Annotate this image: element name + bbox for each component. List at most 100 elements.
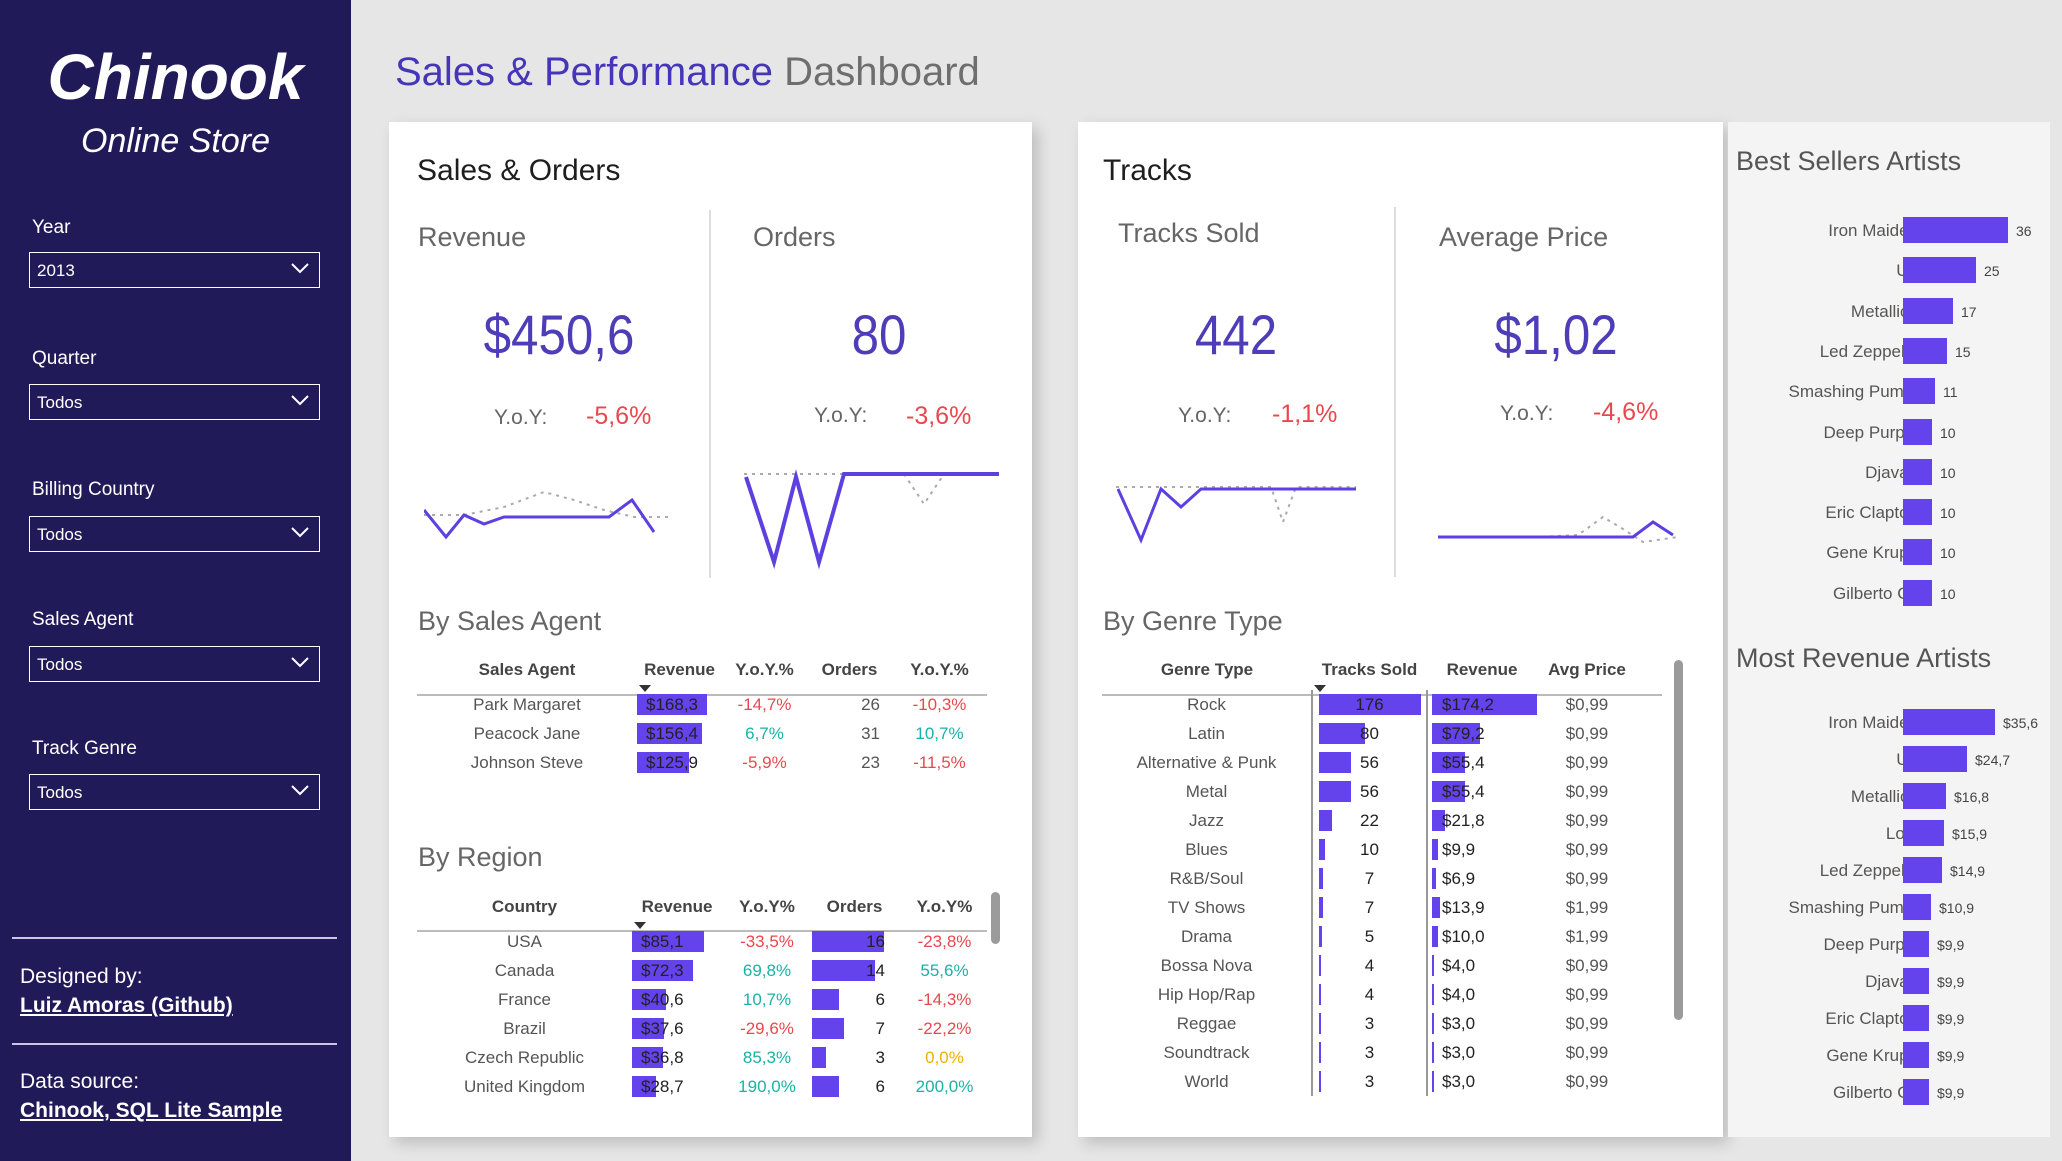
country-revenue-yoy: 190,0% [738, 1076, 796, 1096]
artist-bar[interactable] [1903, 257, 1976, 284]
artist-name[interactable]: Metallica [1728, 302, 1918, 322]
table-row[interactable]: Hip Hop/Rap 4 $4,0 $0,99 [1102, 980, 1637, 1009]
artist-name[interactable]: Led Zeppelin [1728, 861, 1918, 881]
genre-avg-price: $0,99 [1565, 810, 1609, 830]
col-avg-price[interactable]: Avg Price [1537, 650, 1637, 690]
genre-table-scrollbar[interactable] [1674, 660, 1683, 1020]
genre-tracks-cell: 176 [1311, 690, 1427, 719]
artist-bar[interactable] [1903, 1042, 1929, 1068]
artist-name[interactable]: U2 [1728, 261, 1918, 281]
artist-name[interactable]: Smashing Pum... [1728, 898, 1918, 918]
col-rev-yoy[interactable]: Y.o.Y.% [722, 650, 807, 690]
table-row[interactable]: World 3 $3,0 $0,99 [1102, 1067, 1637, 1096]
artist-name[interactable]: Gilberto Gil [1728, 584, 1918, 604]
artist-name[interactable]: Iron Maiden [1728, 221, 1918, 241]
artist-name[interactable]: U2 [1728, 750, 1918, 770]
artist-name[interactable]: Smashing Pum... [1728, 382, 1918, 402]
artist-bar[interactable] [1903, 337, 1947, 364]
artist-name[interactable]: Led Zeppelin [1728, 342, 1918, 362]
genre-tracks-cell: 5 [1311, 922, 1427, 951]
region-table-scrollbar[interactable] [991, 892, 1000, 944]
designed-by-link[interactable]: Luiz Amoras (Github) [20, 994, 233, 1018]
table-row[interactable]: France $40,6 10,7% 6 -14,3% [417, 985, 992, 1014]
artist-bar[interactable] [1903, 1079, 1929, 1105]
genre-tracks-cell: 7 [1311, 893, 1427, 922]
artist-bar[interactable] [1903, 297, 1953, 324]
artist-name[interactable]: Gilberto Gil [1728, 1083, 1918, 1103]
table-row[interactable]: TV Shows 7 $13,9 $1,99 [1102, 893, 1637, 922]
artist-bar[interactable] [1903, 217, 2008, 243]
genre-tracks: 22 [1360, 810, 1379, 830]
agent-revenue-yoy: 6,7% [745, 723, 784, 743]
genre-name: Blues [1185, 839, 1228, 859]
filter-genre-dropdown[interactable]: Todos [29, 774, 320, 810]
col-orders[interactable]: Orders [812, 887, 897, 927]
artist-name[interactable]: Djavan [1728, 463, 1918, 483]
artist-name[interactable]: Metallica [1728, 787, 1918, 807]
artist-bar[interactable] [1903, 820, 1944, 846]
filter-quarter-dropdown[interactable]: Todos [29, 384, 320, 420]
table-row[interactable]: Alternative & Punk 56 $55,4 $0,99 [1102, 748, 1637, 777]
table-row[interactable]: Latin 80 $79,2 $0,99 [1102, 719, 1637, 748]
col-revenue[interactable]: Revenue [1427, 650, 1537, 690]
artist-name[interactable]: Lost [1728, 824, 1918, 844]
artist-name[interactable]: Gene Krupa [1728, 543, 1918, 563]
artist-bar[interactable] [1903, 579, 1932, 606]
table-row[interactable]: Park Margaret $168,3 -14,7% 26 -10,3% [417, 690, 987, 719]
table-row[interactable]: Brazil $37,6 -29,6% 7 -22,2% [417, 1014, 992, 1043]
table-row[interactable]: Jazz 22 $21,8 $0,99 [1102, 806, 1637, 835]
artist-bar[interactable] [1903, 1005, 1929, 1031]
col-tracks-sold[interactable]: Tracks Sold [1312, 650, 1427, 692]
table-row[interactable]: Blues 10 $9,9 $0,99 [1102, 835, 1637, 864]
table-row[interactable]: R&B/Soul 7 $6,9 $0,99 [1102, 864, 1637, 893]
col-genre-type[interactable]: Genre Type [1102, 650, 1312, 690]
table-row[interactable]: Reggae 3 $3,0 $0,99 [1102, 1009, 1637, 1038]
artist-name[interactable]: Gene Krupa [1728, 1046, 1918, 1066]
artist-bar[interactable] [1903, 499, 1932, 526]
artist-bar[interactable] [1903, 378, 1935, 405]
artist-bar[interactable] [1903, 931, 1929, 957]
filter-agent-dropdown[interactable]: Todos [29, 646, 320, 682]
artist-name[interactable]: Deep Purple [1728, 423, 1918, 443]
artist-bar[interactable] [1903, 894, 1931, 920]
artist-name[interactable]: Deep Purple [1728, 935, 1918, 955]
artist-name[interactable]: Iron Maiden [1728, 713, 1918, 733]
col-revenue[interactable]: Revenue [637, 650, 722, 692]
table-row[interactable]: United Kingdom $28,7 190,0% 6 200,0% [417, 1072, 992, 1101]
table-row[interactable]: USA $85,1 -33,5% 16 -23,8% [417, 927, 992, 956]
artist-bar[interactable] [1903, 418, 1932, 445]
table-row[interactable]: Rock 176 $174,2 $0,99 [1102, 690, 1637, 719]
table-row[interactable]: Drama 5 $10,0 $1,99 [1102, 922, 1637, 951]
artist-name[interactable]: Eric Clapton [1728, 503, 1918, 523]
artist-name[interactable]: Djavan [1728, 972, 1918, 992]
data-source-link[interactable]: Chinook, SQL Lite Sample [20, 1099, 282, 1123]
col-revenue[interactable]: Revenue [632, 887, 722, 929]
artist-bar[interactable] [1903, 458, 1932, 485]
artist-bar[interactable] [1903, 746, 1967, 772]
col-ord-yoy[interactable]: Y.o.Y.% [892, 650, 987, 690]
artist-bar[interactable] [1903, 539, 1932, 566]
table-row[interactable]: Metal 56 $55,4 $0,99 [1102, 777, 1637, 806]
artist-bar[interactable] [1903, 968, 1929, 994]
table-row[interactable]: Bossa Nova 4 $4,0 $0,99 [1102, 951, 1637, 980]
best-sellers-title: Best Sellers Artists [1736, 146, 1962, 176]
table-row[interactable]: Canada $72,3 69,8% 14 55,6% [417, 956, 992, 985]
table-row[interactable]: Soundtrack 3 $3,0 $0,99 [1102, 1038, 1637, 1067]
col-sales-agent[interactable]: Sales Agent [417, 650, 637, 690]
col-rev-yoy[interactable]: Y.o.Y% [722, 887, 812, 927]
table-row[interactable]: Czech Republic $36,8 85,3% 3 0,0% [417, 1043, 992, 1072]
table-row[interactable]: Peacock Jane $156,4 6,7% 31 10,7% [417, 719, 987, 748]
country-revenue-yoy: 69,8% [742, 960, 792, 980]
col-ord-yoy[interactable]: Y.o.Y% [897, 887, 992, 927]
col-orders[interactable]: Orders [807, 650, 892, 690]
filter-country-dropdown[interactable]: Todos [29, 516, 320, 552]
artist-bar[interactable] [1903, 783, 1946, 809]
filter-year-dropdown[interactable]: 2013 [29, 252, 320, 288]
col-country[interactable]: Country [417, 887, 632, 927]
artist-bar[interactable] [1903, 709, 1995, 735]
by-sales-agent-title: By Sales Agent [418, 606, 602, 636]
table-row[interactable]: Johnson Steve $125,9 -5,9% 23 -11,5% [417, 748, 987, 777]
artist-bar[interactable] [1903, 857, 1942, 883]
artist-name[interactable]: Eric Clapton [1728, 1009, 1918, 1029]
tracks-yoy-label: Y.o.Y: [1178, 404, 1232, 427]
